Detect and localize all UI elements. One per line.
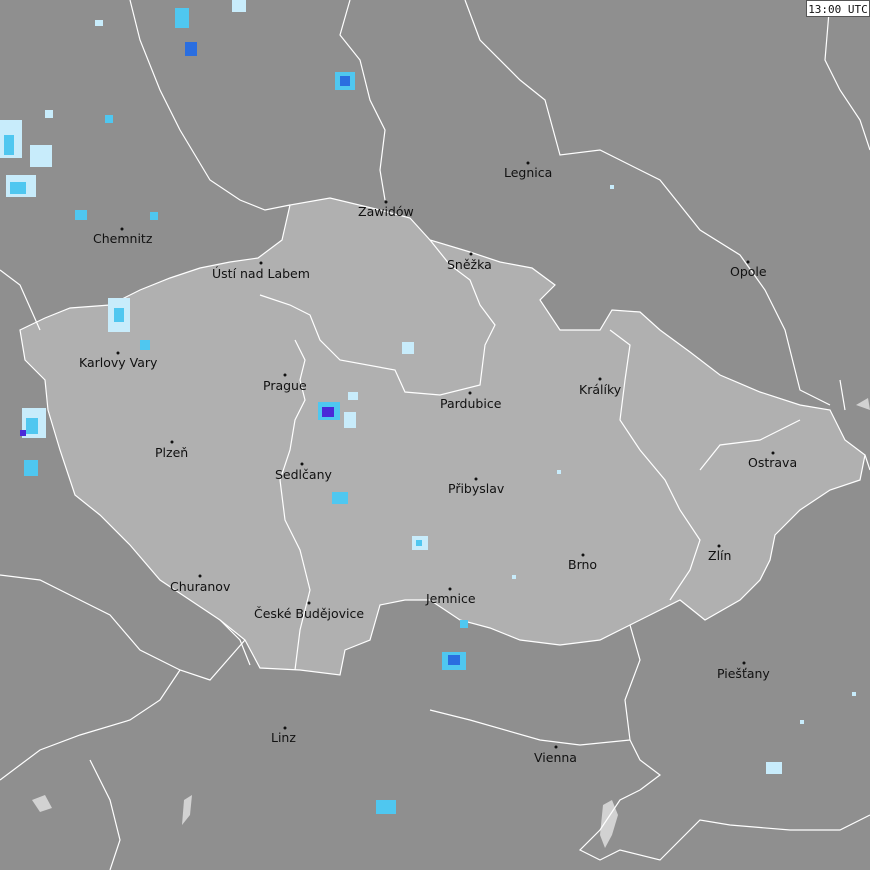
city-label: Zawidów <box>358 204 414 219</box>
city-pribyslav: Přibyslav <box>448 477 505 496</box>
radar-map: Legnica Zawidów Chemnitz Ústí nad Labem … <box>0 0 870 870</box>
city-label: České Budějovice <box>254 606 364 621</box>
city-label: Sněžka <box>447 257 492 272</box>
timestamp-label: 13:00 UTC <box>806 0 870 17</box>
city-label: Linz <box>271 730 296 745</box>
city-brno: Brno <box>568 553 597 572</box>
city-label: Ústí nad Labem <box>212 266 310 281</box>
city-label: Karlovy Vary <box>79 355 158 370</box>
city-chemnitz: Chemnitz <box>93 227 153 246</box>
map-canvas: Legnica Zawidów Chemnitz Ústí nad Labem … <box>0 0 870 870</box>
city-ostrava: Ostrava <box>748 451 797 470</box>
city-label: Legnica <box>504 165 552 180</box>
city-label: Králíky <box>579 382 622 397</box>
city-label: Churanov <box>170 579 231 594</box>
city-zawidow: Zawidów <box>358 200 414 219</box>
city-label: Vienna <box>534 750 577 765</box>
city-zlin: Zlín <box>708 544 731 563</box>
city-karlovy-vary: Karlovy Vary <box>79 351 158 370</box>
city-label: Zlín <box>708 548 731 563</box>
city-dot <box>742 661 746 665</box>
city-label: Piešťany <box>717 666 770 681</box>
city-dot <box>283 373 287 377</box>
city-dot <box>598 377 602 381</box>
city-linz: Linz <box>271 726 296 745</box>
city-label: Přibyslav <box>448 481 505 496</box>
city-label: Opole <box>730 264 767 279</box>
city-label: Ostrava <box>748 455 797 470</box>
city-label: Chemnitz <box>93 231 153 246</box>
city-jemnice: Jemnice <box>425 587 476 606</box>
city-label: Brno <box>568 557 597 572</box>
city-label: Jemnice <box>425 591 476 606</box>
city-legnica: Legnica <box>504 161 552 180</box>
city-label: Prague <box>263 378 307 393</box>
city-label: Plzeň <box>155 445 188 460</box>
city-dot <box>468 391 472 395</box>
city-dot <box>469 252 473 256</box>
city-opole: Opole <box>730 260 767 279</box>
city-dot <box>554 745 558 749</box>
city-dot <box>259 261 263 265</box>
city-dot <box>300 462 304 466</box>
city-label: Pardubice <box>440 396 502 411</box>
city-label: Sedlčany <box>275 467 332 482</box>
city-dot <box>307 601 311 605</box>
city-dot <box>170 440 174 444</box>
city-dot <box>198 574 202 578</box>
